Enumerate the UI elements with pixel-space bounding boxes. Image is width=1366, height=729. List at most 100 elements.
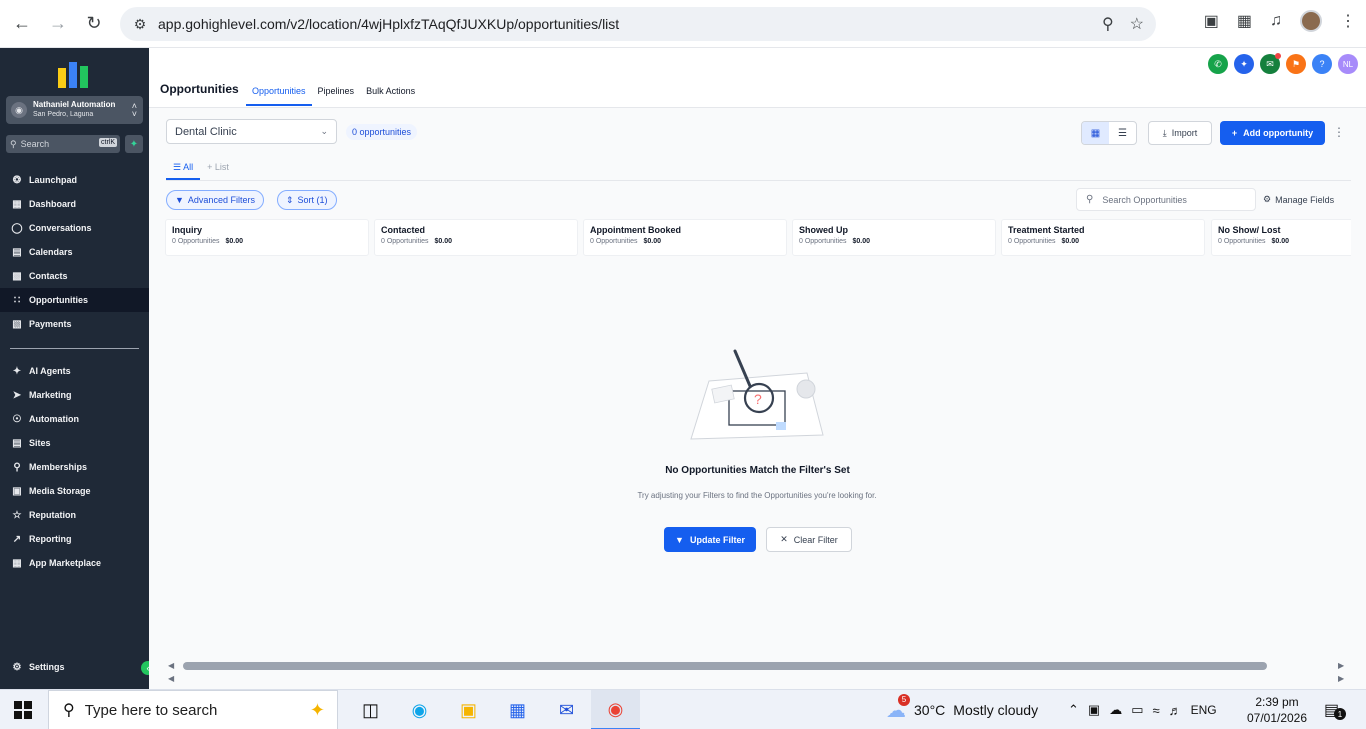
site-settings-icon[interactable]: ⚙ bbox=[130, 16, 150, 33]
phone-icon[interactable]: ✆ bbox=[1208, 54, 1228, 74]
windows-start-icon[interactable] bbox=[14, 701, 32, 719]
advanced-filters-button[interactable]: ▼ Advanced Filters bbox=[166, 190, 264, 210]
profile-avatar[interactable] bbox=[1300, 10, 1322, 32]
sidebar-search-input[interactable]: ⚲ Search ctrlK bbox=[6, 135, 120, 153]
subtab-all[interactable]: ☰ All bbox=[166, 156, 201, 180]
scroll-left-icon[interactable]: ◀ bbox=[168, 661, 174, 670]
url-text[interactable]: app.gohighlevel.com/v2/location/4wjHplxf… bbox=[158, 16, 619, 32]
import-button[interactable]: ⤓ Import bbox=[1148, 121, 1212, 145]
weather-widget[interactable]: ☁ 5 30°C Mostly cloudy bbox=[886, 690, 1038, 729]
sidebar-item-reputation[interactable]: ☆ Reputation bbox=[0, 503, 149, 527]
onedrive-icon[interactable]: ☁ bbox=[1109, 702, 1122, 718]
sidebar-item-opportunities[interactable]: ∷ Opportunities bbox=[0, 288, 149, 312]
sidebar-item-sites[interactable]: ▤ Sites bbox=[0, 431, 149, 455]
account-location: San Pedro, Laguna bbox=[33, 111, 94, 118]
sidebar-item-memberships[interactable]: ⚲ Memberships bbox=[0, 455, 149, 479]
search-opportunities-input[interactable]: ⚲ Search Opportunities bbox=[1076, 188, 1256, 211]
subtab-add-list[interactable]: + List bbox=[200, 156, 236, 180]
sidebar-item-launchpad[interactable]: ❂ Launchpad bbox=[0, 168, 149, 192]
clear-filter-button[interactable]: ✕ Clear Filter bbox=[766, 527, 852, 552]
app-logo[interactable] bbox=[58, 58, 92, 88]
task-view-icon[interactable]: ◫ bbox=[346, 690, 395, 729]
announcement-icon[interactable]: ✉ bbox=[1260, 53, 1281, 74]
edge-icon[interactable]: ◉ bbox=[395, 690, 444, 729]
stage-count: 0 Opportunities bbox=[590, 238, 638, 245]
zoom-icon[interactable]: ⚲ bbox=[1102, 14, 1114, 34]
sidebar-item-payments[interactable]: ▧ Payments bbox=[0, 312, 149, 336]
store-icon[interactable]: ▦ bbox=[493, 690, 542, 729]
file-explorer-icon[interactable]: ▣ bbox=[444, 690, 493, 729]
stage-column-header[interactable]: Contacted 0 Opportunities $0.00 bbox=[374, 219, 578, 256]
sort-button[interactable]: ⇕ Sort (1) bbox=[277, 190, 337, 210]
taskbar-apps: ◫ ◉ ▣ ▦ ✉ ◉ bbox=[346, 690, 640, 729]
update-filter-button[interactable]: ▼ Update Filter bbox=[664, 527, 756, 552]
camera-icon[interactable]: ▣ bbox=[1204, 11, 1219, 31]
sidebar-item-label: Media Storage bbox=[29, 486, 91, 496]
more-options-icon[interactable]: ⋮ bbox=[1333, 125, 1345, 139]
meet-icon[interactable]: ▣ bbox=[1088, 702, 1100, 718]
tab-pipelines[interactable]: Pipelines bbox=[312, 84, 361, 106]
system-tray: ⌃ ▣ ☁ ▭ ≈ ♬ ENG bbox=[1068, 690, 1217, 729]
list-view-icon[interactable]: ☰ bbox=[1109, 122, 1136, 144]
stage-column-header[interactable]: No Show/ Lost 0 Opportunities $0.00 bbox=[1211, 219, 1351, 256]
forward-icon[interactable]: → bbox=[40, 6, 76, 42]
clock[interactable]: 2:39 pm 07/01/2026 bbox=[1246, 694, 1308, 726]
sidebar-item-reporting[interactable]: ↗ Reporting bbox=[0, 527, 149, 551]
media-control-icon[interactable]: ♫ bbox=[1270, 12, 1282, 30]
stage-column-header[interactable]: Treatment Started 0 Opportunities $0.00 bbox=[1001, 219, 1205, 256]
back-icon[interactable]: ← bbox=[4, 6, 40, 42]
language-indicator[interactable]: ENG bbox=[1191, 703, 1217, 717]
sidebar-item-dashboard[interactable]: ▦ Dashboard bbox=[0, 192, 149, 216]
stage-name: Showed Up bbox=[799, 225, 848, 235]
add-opportunity-button[interactable]: + Add opportunity bbox=[1220, 121, 1325, 145]
wifi-icon[interactable]: ≈ bbox=[1153, 703, 1160, 718]
sidebar-item-settings[interactable]: ⚙ Settings bbox=[0, 655, 149, 679]
sidebar-item-calendars[interactable]: ▤ Calendars bbox=[0, 240, 149, 264]
chrome-icon[interactable]: ◉ bbox=[591, 690, 640, 729]
workflow-icon[interactable]: ✦ bbox=[1234, 54, 1254, 74]
gear-icon: ⚙ bbox=[1263, 194, 1272, 204]
scroll-right-icon[interactable]: ▶ bbox=[1338, 674, 1344, 683]
bookmark-star-icon[interactable]: ☆ bbox=[1130, 14, 1144, 34]
menu-icon[interactable]: ⋮ bbox=[1340, 11, 1356, 31]
sidebar-item-marketing[interactable]: ➤ Marketing bbox=[0, 383, 149, 407]
view-toggle: ▦ ☰ bbox=[1081, 121, 1137, 145]
volume-icon[interactable]: ♬ bbox=[1169, 703, 1182, 718]
board-view-icon[interactable]: ▦ bbox=[1082, 122, 1109, 144]
outlook-icon[interactable]: ✉ bbox=[542, 690, 591, 729]
scrollbar-thumb[interactable] bbox=[183, 662, 1267, 670]
address-bar[interactable]: ⚙ app.gohighlevel.com/v2/location/4wjHpl… bbox=[120, 7, 1156, 41]
scroll-right-icon[interactable]: ▶ bbox=[1338, 661, 1344, 670]
stage-column-header[interactable]: Appointment Booked 0 Opportunities $0.00 bbox=[583, 219, 787, 256]
bell-icon[interactable]: ⚑ bbox=[1286, 54, 1306, 74]
tab-bulk-actions[interactable]: Bulk Actions bbox=[360, 84, 421, 106]
notification-icon[interactable]: ▤ 1 bbox=[1324, 700, 1346, 720]
empty-state-illustration: ? bbox=[690, 349, 824, 440]
horizontal-scrollbar[interactable]: ◀ ◀ ▶ ▶ bbox=[168, 661, 1348, 685]
manage-fields-button[interactable]: ⚙ Manage Fields bbox=[1263, 194, 1334, 205]
chevron-up-icon[interactable]: ⌃ bbox=[1068, 702, 1079, 718]
stage-column-header[interactable]: Inquiry 0 Opportunities $0.00 bbox=[165, 219, 369, 256]
battery-icon[interactable]: ▭ bbox=[1131, 702, 1143, 718]
page-title: Opportunities bbox=[160, 82, 239, 96]
sidebar-item-conversations[interactable]: ◯ Conversations bbox=[0, 216, 149, 240]
sidebar-item-contacts[interactable]: ▩ Contacts bbox=[0, 264, 149, 288]
sidebar-item-app-marketplace[interactable]: ▦ App Marketplace bbox=[0, 551, 149, 575]
help-icon[interactable]: ? bbox=[1312, 54, 1332, 74]
pipeline-select[interactable]: Dental Clinic ⌄ bbox=[166, 119, 337, 144]
account-switcher[interactable]: ◉ Nathaniel Automation San Pedro, Laguna… bbox=[6, 96, 143, 124]
extensions-icon[interactable]: ▦ bbox=[1237, 11, 1252, 31]
sidebar-item-ai-agents[interactable]: ✦ AI Agents bbox=[0, 359, 149, 383]
account-name: Nathaniel Automation bbox=[33, 100, 116, 109]
reload-icon[interactable]: ↻ bbox=[76, 6, 112, 42]
tab-opportunities[interactable]: Opportunities bbox=[246, 84, 312, 106]
stage-count: 0 Opportunities bbox=[799, 238, 847, 245]
user-avatar[interactable]: NL bbox=[1338, 54, 1358, 74]
sidebar-item-media-storage[interactable]: ▣ Media Storage bbox=[0, 479, 149, 503]
sidebar-item-automation[interactable]: ☉ Automation bbox=[0, 407, 149, 431]
quick-action-icon[interactable]: ✦ bbox=[125, 135, 143, 153]
scroll-left-icon[interactable]: ◀ bbox=[168, 674, 174, 683]
stage-count: 0 Opportunities bbox=[1218, 238, 1266, 245]
stage-column-header[interactable]: Showed Up 0 Opportunities $0.00 bbox=[792, 219, 996, 256]
taskbar-search-input[interactable]: ⚲ Type here to search ✦ bbox=[48, 690, 338, 729]
